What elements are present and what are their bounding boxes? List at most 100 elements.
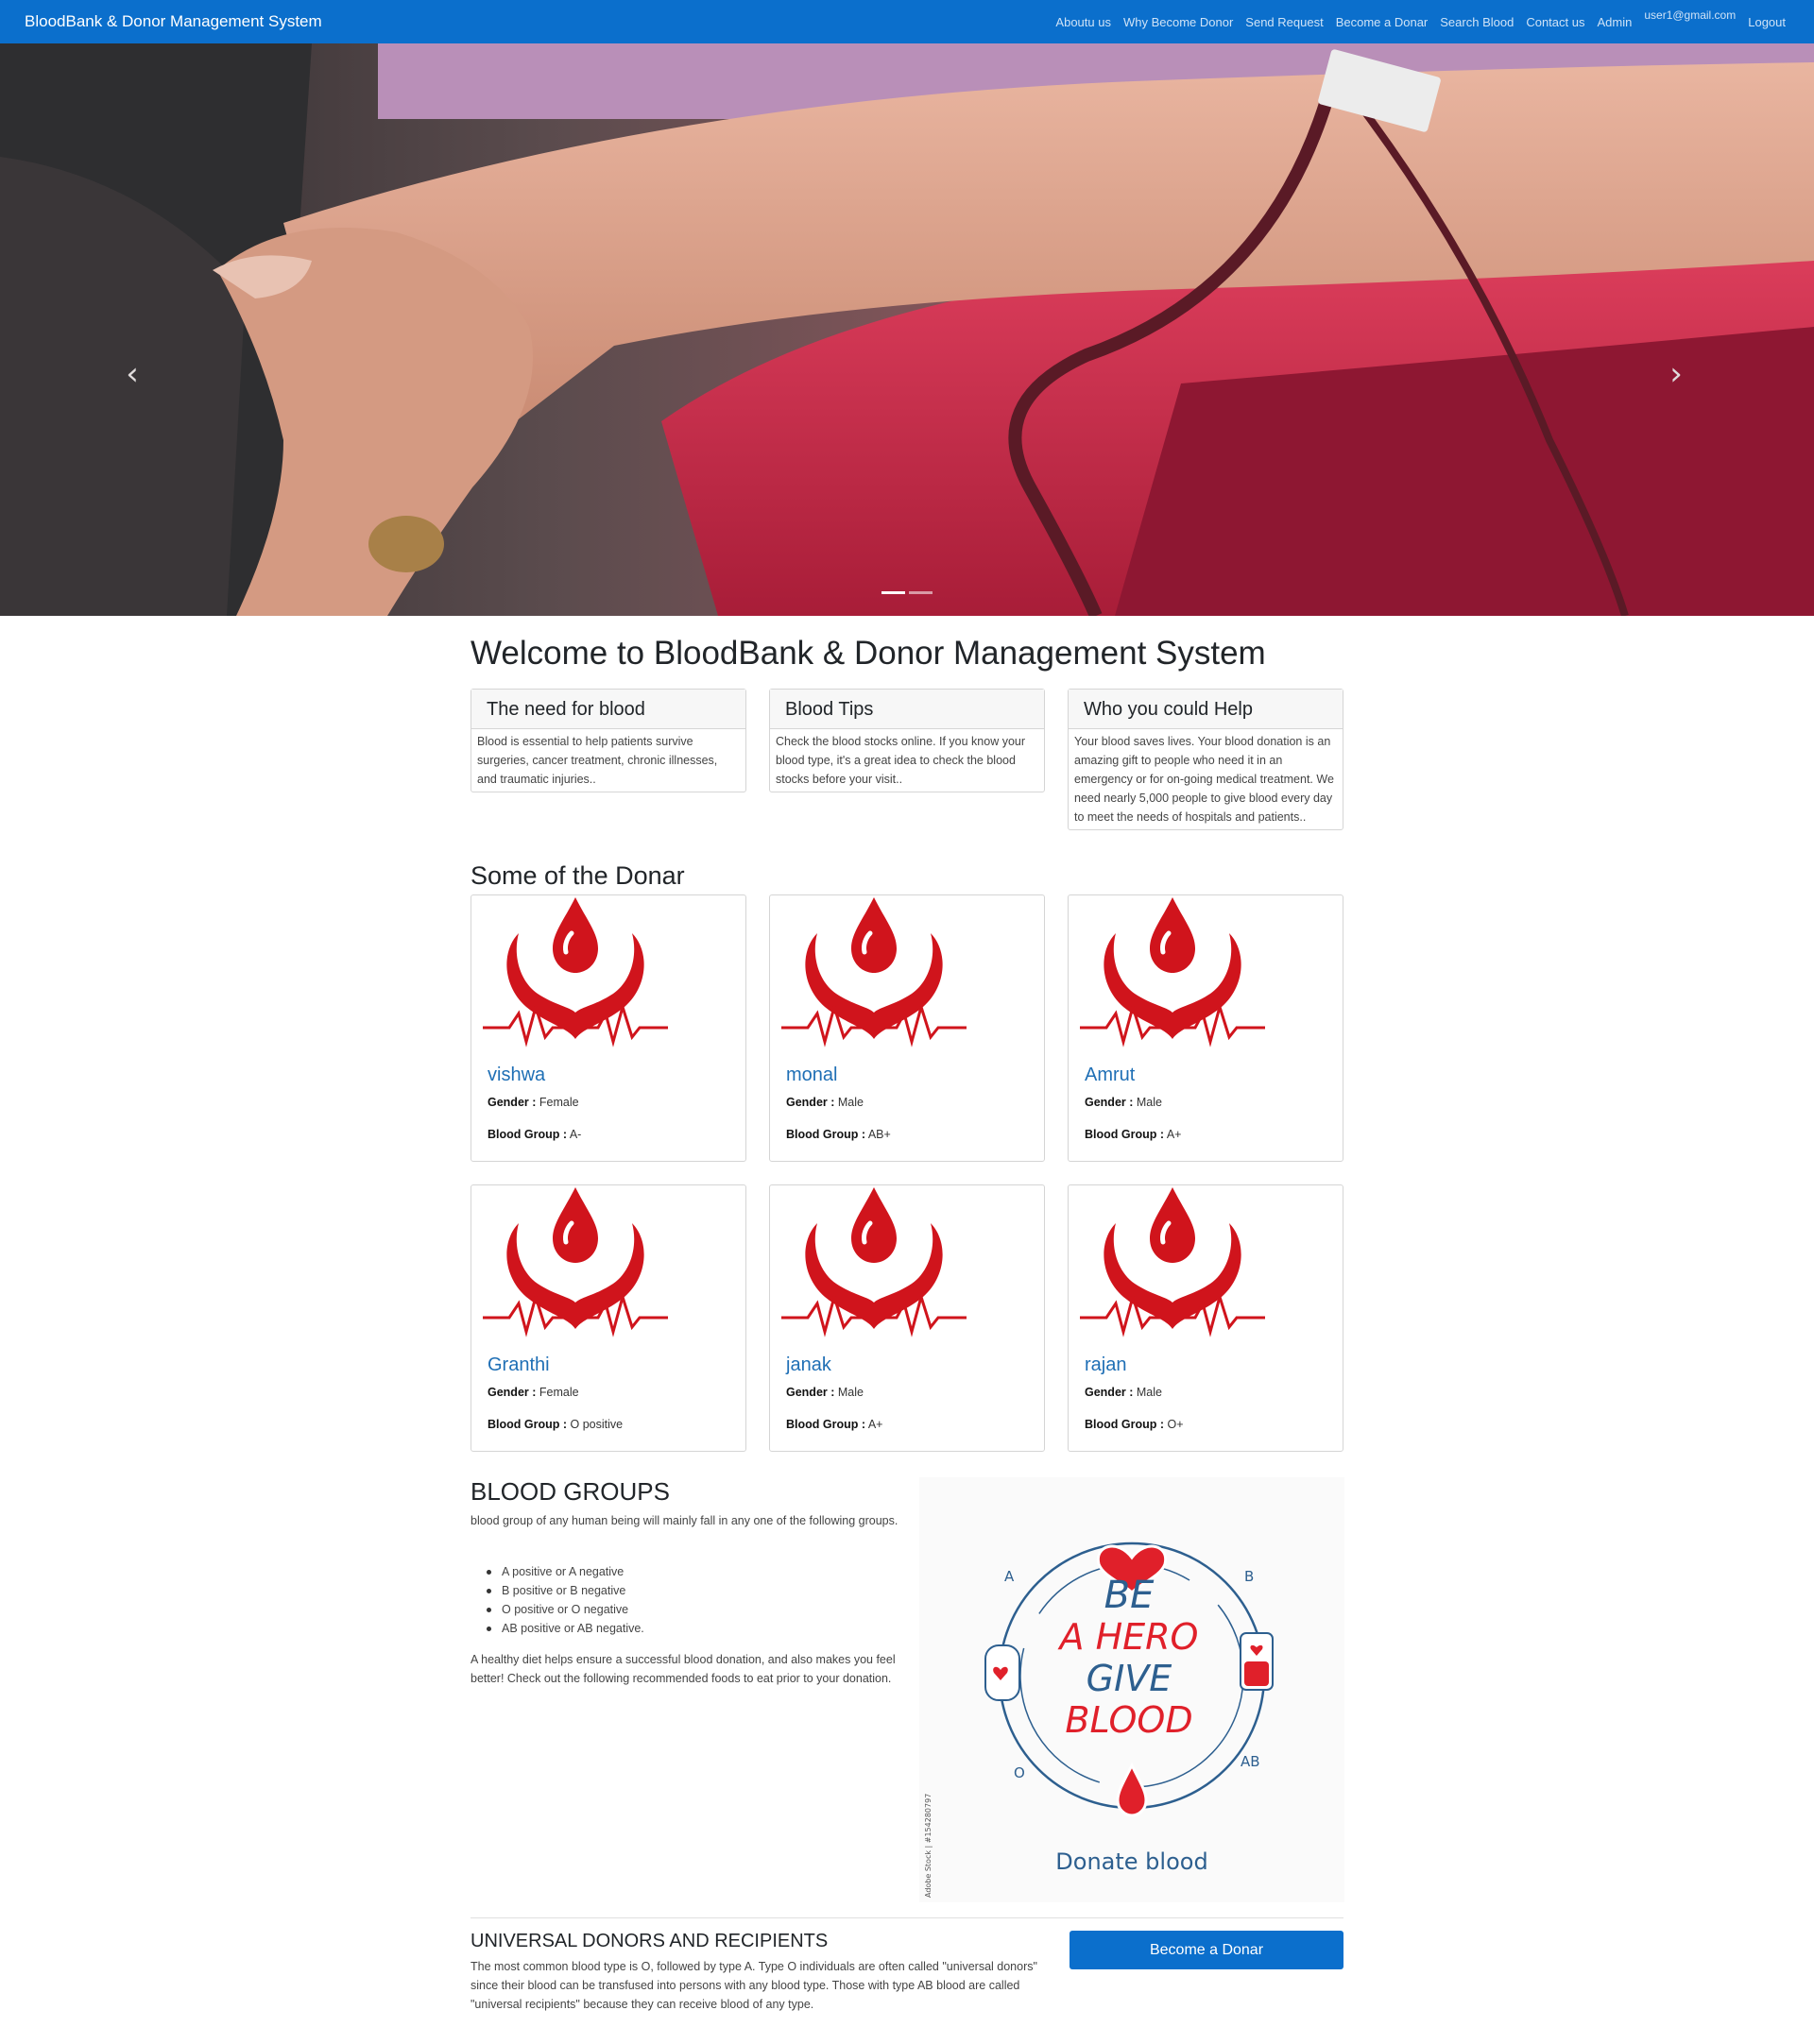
donor-gender: Gender : Male [786,1096,864,1109]
gender-label: Gender : [786,1386,835,1399]
nav-link-logout[interactable]: Logout [1748,15,1786,29]
blood-group-label: Blood Group : [1085,1128,1165,1141]
user-email: user1@gmail.com [1644,9,1737,22]
donor-name-link[interactable]: janak [786,1354,831,1376]
poster-credit: Adobe Stock | #154280797 [924,1794,933,1898]
poster-caption: Donate blood [1055,1848,1207,1875]
donor-name-link[interactable]: Amrut [1085,1065,1135,1086]
gender-value: Male [1136,1096,1162,1109]
blood-group-value: A+ [1166,1128,1182,1141]
poster-line-3: GIVE [1087,1658,1172,1699]
list-item: O positive or O negative [487,1600,644,1619]
blood-group-label: Blood Group : [786,1418,866,1431]
info-card-need-for-blood: The need for blood Blood is essential to… [471,689,746,792]
blood-group-label: Blood Group : [488,1418,568,1431]
donor-name-link[interactable]: Granthi [488,1354,550,1376]
gender-value: Female [539,1386,579,1399]
nav-link-search-blood[interactable]: Search Blood [1440,15,1514,29]
gender-value: Male [837,1386,864,1399]
hero-carousel: ‹ › [0,43,1814,616]
gender-label: Gender : [786,1096,835,1109]
donor-name-link[interactable]: vishwa [488,1065,545,1086]
poster-line-2: A HERO [1057,1616,1199,1658]
nav-link-send-request[interactable]: Send Request [1245,15,1323,29]
blood-group-label: Blood Group : [786,1128,866,1141]
poster-group-a: A [1004,1568,1015,1585]
donor-blood-group: Blood Group : A- [488,1128,581,1141]
gender-label: Gender : [1085,1386,1134,1399]
list-item: AB positive or AB negative. [487,1619,644,1638]
donor-card: janak Gender : Male Blood Group : A+ [769,1184,1045,1452]
donor-gender: Gender : Female [488,1386,579,1399]
nav-link-why-become-donor[interactable]: Why Become Donor [1123,15,1233,29]
blood-group-value: O positive [570,1418,624,1431]
hand-icon [984,1644,1020,1701]
blood-bag-icon [1240,1632,1274,1691]
gender-label: Gender : [1085,1096,1134,1109]
info-card-blood-tips: Blood Tips Check the blood stocks online… [769,689,1045,792]
navbar: BloodBank & Donor Management System Abou… [0,0,1814,43]
blood-group-value: O+ [1167,1418,1184,1431]
donor-blood-group: Blood Group : O positive [488,1418,623,1431]
carousel-indicator-2[interactable] [909,591,933,594]
carousel-prev-icon[interactable]: ‹ [113,355,151,393]
gender-value: Male [837,1096,864,1109]
donor-gender: Gender : Male [786,1386,864,1399]
donor-logo-icon [781,897,967,1048]
nav-link-become-donar[interactable]: Become a Donar [1336,15,1429,29]
blood-group-value: A- [569,1128,582,1141]
nav-link-about[interactable]: Aboutu us [1055,15,1111,29]
donor-gender: Gender : Male [1085,1096,1162,1109]
donor-card: vishwa Gender : Female Blood Group : A- [471,894,746,1162]
donor-logo-icon [483,897,668,1048]
donors-section-title: Some of the Donar [471,861,685,890]
donor-blood-group: Blood Group : A+ [786,1418,882,1431]
poster-group-b: B [1244,1568,1254,1585]
donor-name-link[interactable]: monal [786,1065,837,1086]
donor-logo-icon [1080,1187,1265,1337]
donor-card: Granthi Gender : Female Blood Group : O … [471,1184,746,1452]
blood-group-label: Blood Group : [488,1128,568,1141]
blood-group-label: Blood Group : [1085,1418,1165,1431]
donor-blood-group: Blood Group : O+ [1085,1418,1184,1431]
divider [471,1917,1343,1918]
info-card-title: Who you could Help [1069,690,1343,729]
info-card-title: The need for blood [471,690,745,729]
donor-name-link[interactable]: rajan [1085,1354,1126,1376]
blood-groups-list: A positive or A negative B positive or B… [487,1562,644,1638]
carousel-indicators [881,591,936,594]
carousel-indicator-1[interactable] [881,591,905,594]
universal-donors-title: UNIVERSAL DONORS AND RECIPIENTS [471,1931,829,1951]
blood-groups-intro: blood group of any human being will main… [471,1514,898,1527]
list-item: A positive or A negative [487,1562,644,1581]
nav-link-admin[interactable]: Admin [1597,15,1632,29]
info-card-who-you-could-help: Who you could Help Your blood saves live… [1068,689,1343,830]
poster-group-ab: AB [1241,1753,1260,1770]
blood-group-value: AB+ [867,1128,891,1141]
poster-line-1: BE [1104,1574,1155,1617]
poster-graphic: BE A HERO GIVE BLOOD A B O AB Donate blo… [924,1542,1274,1898]
carousel-next-icon[interactable]: › [1657,355,1695,393]
poster-group-o: O [1014,1764,1025,1781]
donor-card: Amrut Gender : Male Blood Group : A+ [1068,894,1343,1162]
hero-blood-donation-image [0,43,1814,616]
blood-groups-title: BLOOD GROUPS [471,1477,670,1506]
donor-logo-icon [483,1187,668,1337]
be-a-hero-poster: BE A HERO GIVE BLOOD A B O AB Donate blo… [919,1477,1344,1902]
info-card-text: Your blood saves lives. Your blood donat… [1074,735,1334,824]
donor-card: rajan Gender : Male Blood Group : O+ [1068,1184,1343,1452]
poster-line-4: BLOOD [1065,1699,1192,1741]
navbar-brand[interactable]: BloodBank & Donor Management System [25,12,322,31]
donor-blood-group: Blood Group : AB+ [786,1128,891,1141]
gender-value: Female [539,1096,579,1109]
diet-text: A healthy diet helps ensure a successful… [471,1653,896,1685]
donor-gender: Gender : Female [488,1096,579,1109]
info-card-title: Blood Tips [770,690,1044,729]
nav-link-contact[interactable]: Contact us [1526,15,1584,29]
list-item: B positive or B negative [487,1581,644,1600]
gender-value: Male [1136,1386,1162,1399]
gender-label: Gender : [488,1386,537,1399]
info-card-text: Check the blood stocks online. If you kn… [776,735,1026,786]
become-donar-button[interactable]: Become a Donar [1070,1931,1343,1969]
universal-donors-text: The most common blood type is O, followe… [471,1960,1037,2011]
